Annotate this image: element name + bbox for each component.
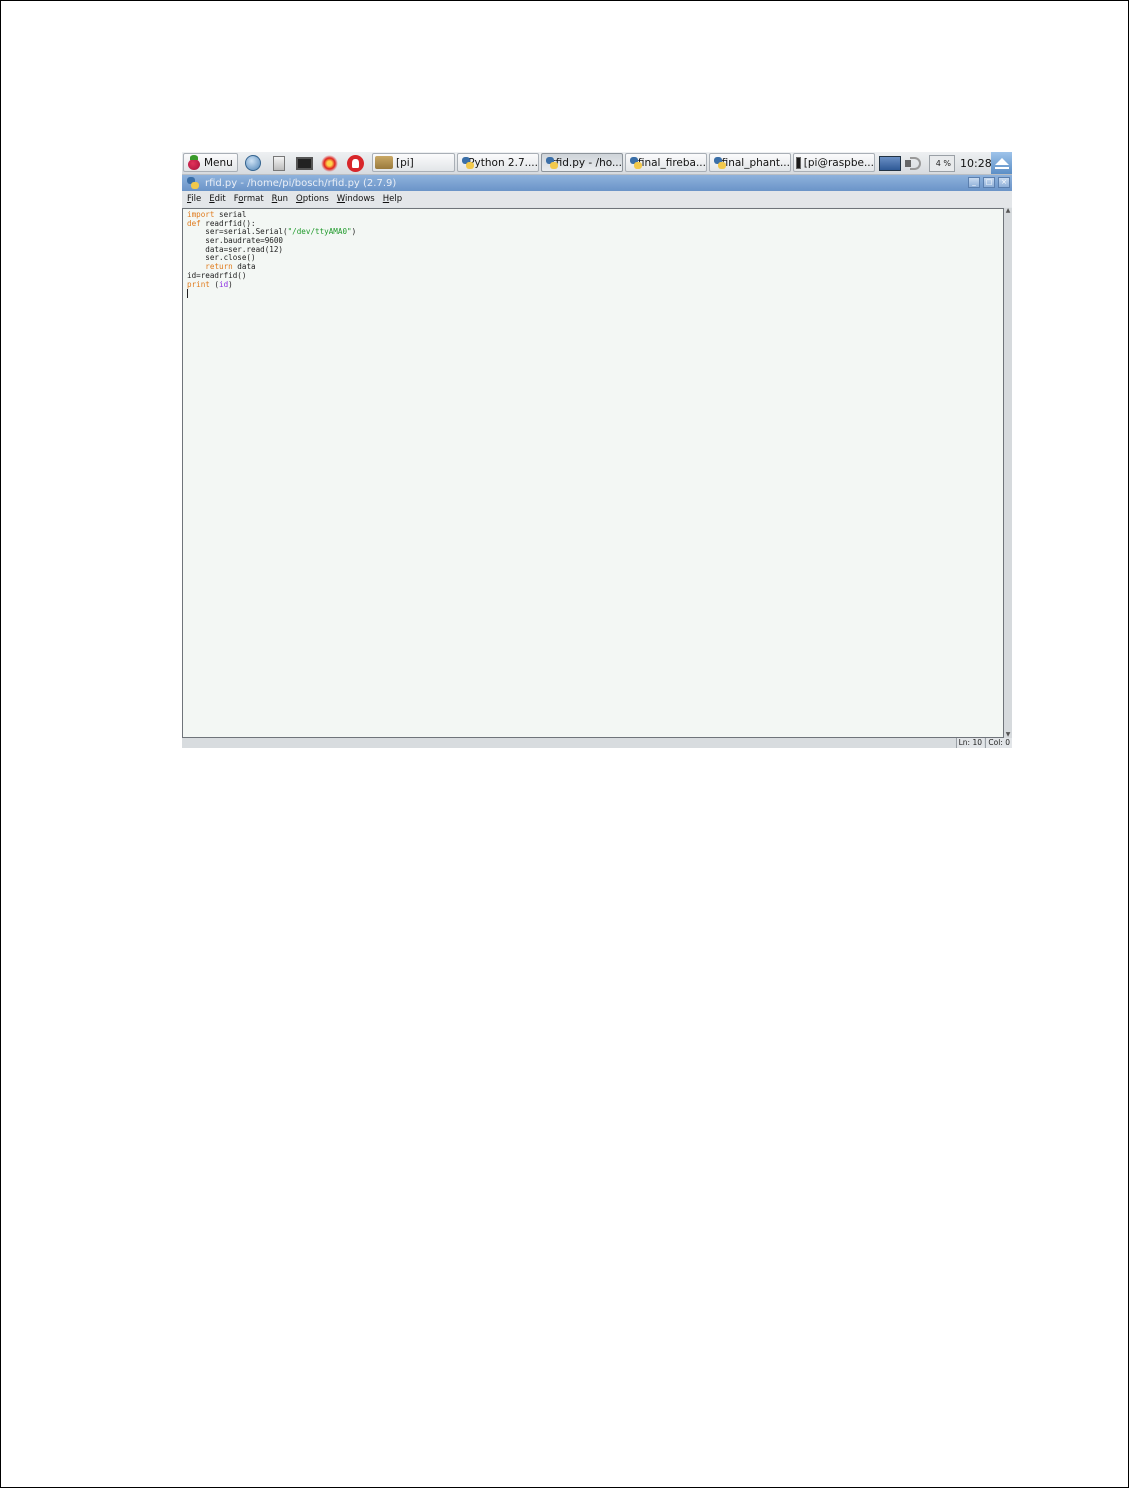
task-rfid-editor[interactable]: rfid.py - /ho... [541, 153, 623, 172]
task-label: final_fireba... [637, 156, 706, 169]
menu-options[interactable]: Options [296, 194, 329, 204]
code-token-kw: import [187, 210, 215, 219]
wolfram-launcher[interactable] [346, 154, 364, 172]
taskbar: Menu [pi] Python 2.7.... rfid.py - /ho..… [182, 152, 1012, 175]
clock[interactable]: 10:28 [960, 154, 992, 172]
code-line-cursor[interactable] [187, 289, 356, 299]
menu-format[interactable]: Format [234, 194, 264, 204]
network-status[interactable] [879, 154, 901, 172]
web-browser-launcher[interactable] [244, 154, 262, 172]
menu-label: dit [214, 194, 226, 204]
window-titlebar[interactable]: rfid.py - /home/pi/bosch/rfid.py (2.7.9)… [182, 175, 1012, 191]
menu-button[interactable]: Menu [183, 153, 238, 172]
menu-label: elp [389, 194, 403, 204]
task-final-phant[interactable]: final_phant... [709, 153, 791, 172]
file-manager-launcher[interactable] [270, 154, 288, 172]
text-cursor [187, 289, 188, 299]
python-icon [714, 156, 725, 169]
code-token: ser.baudrate=9600 [187, 236, 284, 246]
maximize-button[interactable]: □ [983, 177, 995, 188]
menu-bar: File Edit Format Run Options Windows Hel… [182, 191, 1012, 207]
code-token-kw: return [205, 262, 233, 272]
menu-label: ile [191, 194, 202, 204]
folder-icon [375, 156, 393, 169]
wolfram-icon [346, 154, 364, 172]
code-token-kw: def [187, 218, 201, 228]
python-icon [630, 156, 642, 169]
task-label: [pi] [396, 156, 414, 169]
task-label: final_phant... [721, 156, 790, 169]
python-icon [187, 177, 199, 189]
raspberry-icon [187, 155, 201, 170]
scroll-up-arrow-icon[interactable]: ▲ [1005, 208, 1011, 214]
eject-button[interactable] [991, 152, 1012, 174]
task-label: Python 2.7.... [468, 156, 538, 169]
menu-button-label: Menu [204, 156, 233, 169]
speaker-icon [904, 156, 924, 171]
menu-label: rmat [243, 194, 264, 204]
python-icon [462, 156, 475, 169]
eject-icon [994, 157, 1009, 169]
code-token-builtin: id [219, 279, 229, 289]
code-token: ser.close() [187, 253, 256, 263]
code-token: id=readrfid() [187, 270, 247, 280]
python-icon [546, 156, 560, 169]
code-token: data [232, 262, 256, 272]
code-token: data=ser.read(12) [187, 244, 284, 254]
menu-run[interactable]: Run [272, 194, 288, 204]
vertical-scrollbar[interactable]: ▲ ▼ [1004, 208, 1012, 738]
task-terminal[interactable]: [pi@raspbe... [793, 153, 875, 172]
menu-label: ptions [302, 194, 329, 204]
code-token: serial [214, 210, 247, 219]
menu-mnemonic: W [336, 194, 346, 204]
code-token: ser=serial.Serial( [187, 227, 288, 237]
status-line-number: Ln: 10 [955, 738, 984, 748]
status-bar: Ln: 10 Col: 0 [182, 738, 1012, 748]
volume-control[interactable] [904, 154, 924, 172]
code-token: ) [351, 227, 357, 237]
mathematica-launcher[interactable] [320, 154, 338, 172]
code-token: readrfid(): [200, 218, 256, 228]
task-python-shell[interactable]: Python 2.7.... [457, 153, 539, 172]
window-controls: _ □ × [968, 177, 1010, 188]
minimize-button[interactable]: _ [968, 177, 980, 188]
network-icon [879, 155, 901, 171]
starburst-icon [320, 154, 338, 172]
menu-windows[interactable]: Windows [337, 194, 375, 204]
status-column-number: Col: 0 [985, 738, 1012, 748]
task-label: [pi@raspbe... [803, 156, 874, 169]
task-folder-pi[interactable]: [pi] [372, 153, 455, 172]
cpu-usage: 4 % [929, 154, 955, 172]
monitor-icon [295, 156, 313, 170]
file-cabinet-icon [273, 155, 285, 171]
cpu-monitor[interactable]: 4 % [929, 154, 955, 172]
code-token: ( [209, 279, 220, 289]
menu-label: indows [345, 194, 375, 204]
menu-help[interactable]: Help [383, 194, 402, 204]
globe-icon [245, 155, 261, 171]
clock-time: 10:28 [960, 156, 992, 170]
task-final-firebase[interactable]: final_fireba... [625, 153, 707, 172]
code-token-str: "/dev/ttyAMA0" [287, 227, 352, 237]
code-line[interactable]: print (id) [187, 279, 356, 290]
window-title: rfid.py - /home/pi/bosch/rfid.py (2.7.9) [205, 177, 397, 189]
menu-edit[interactable]: Edit [209, 194, 225, 204]
close-button[interactable]: × [998, 177, 1010, 188]
task-label: rfid.py - /ho... [551, 156, 622, 169]
code-token: ) [228, 279, 233, 289]
code-text[interactable]: import serial def readrfid(): ser=serial.… [187, 210, 357, 299]
terminal-launcher[interactable] [295, 154, 313, 172]
menu-file[interactable]: File [187, 194, 201, 204]
code-token-kw: print [187, 279, 210, 289]
menu-mnemonic: O [295, 194, 303, 204]
terminal-icon [796, 156, 801, 169]
code-editor[interactable]: import serial def readrfid(): ser=serial.… [182, 208, 1004, 738]
menu-label: un [277, 194, 288, 204]
desktop-screen: Menu [pi] Python 2.7.... rfid.py - /ho..… [182, 152, 1012, 748]
